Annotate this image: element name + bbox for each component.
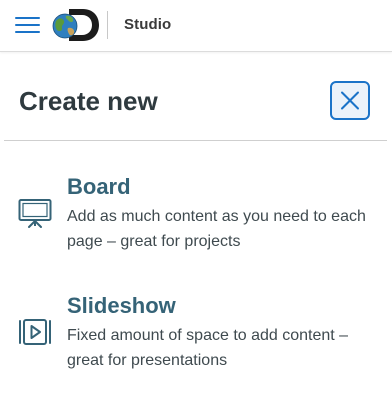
menu-line [15,24,40,26]
slideshow-option[interactable]: Slideshow Fixed amount of space to add c… [0,291,392,381]
option-title: Slideshow [67,293,176,318]
header-divider [107,11,108,39]
create-new-panel: Create new Board Add as much content as … [0,52,392,415]
hamburger-menu-icon[interactable] [15,16,41,34]
option-title: Board [67,174,131,199]
board-option[interactable]: Board Add as much content as you need to… [0,172,392,262]
discovery-logo-icon[interactable] [52,8,100,42]
top-bar: Studio [0,0,392,52]
close-icon [341,91,359,110]
panel-divider [4,140,387,141]
slideshow-play-icon [19,319,51,345]
option-description: Add as much content as you need to each … [67,208,366,250]
app-label: Studio [124,16,172,33]
panel-title: Create new [19,86,158,116]
menu-line [15,31,40,33]
menu-line [15,17,40,19]
presentation-board-icon [18,199,52,228]
option-description: Fixed amount of space to add content – g… [67,327,349,369]
close-button[interactable] [330,81,370,120]
